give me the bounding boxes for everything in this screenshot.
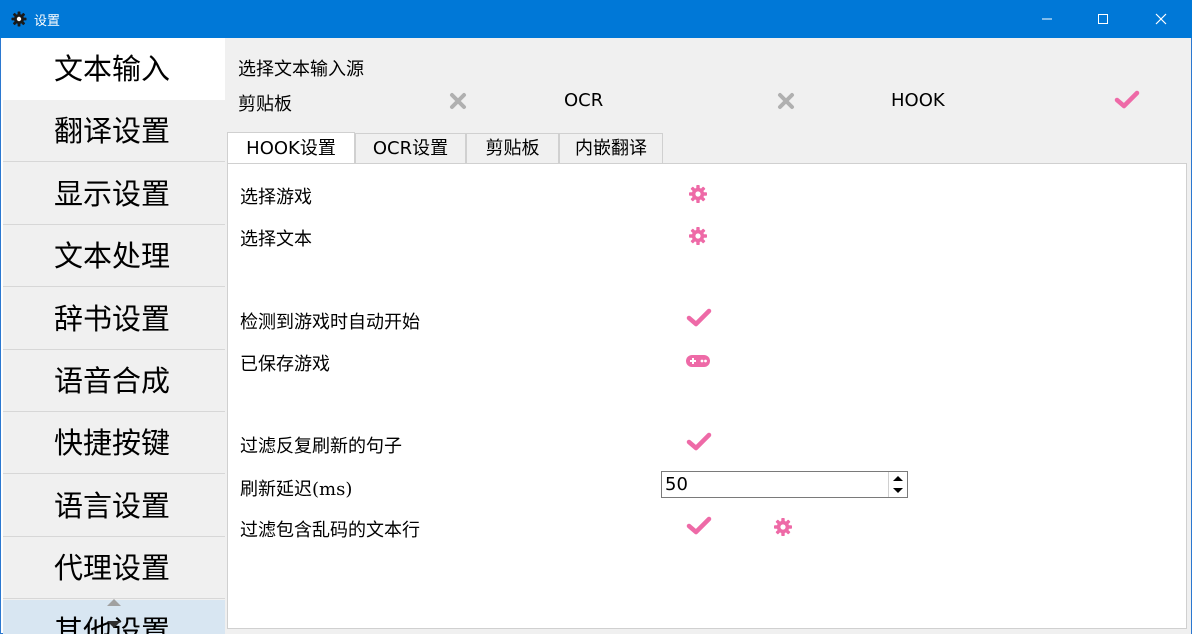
refresh-delay-label: 刷新延迟(ms) — [240, 479, 353, 500]
select-text-gear-icon[interactable] — [688, 226, 708, 246]
sidebar-item-display[interactable]: 显示设置 — [3, 163, 225, 225]
saved-games-label: 已保存游戏 — [240, 354, 330, 375]
ocr-off-x-icon[interactable] — [777, 92, 795, 110]
auto-start-check-icon[interactable] — [686, 308, 712, 328]
tab-embedded-translation[interactable]: 内嵌翻译 — [559, 133, 663, 163]
minimize-button[interactable] — [1024, 0, 1070, 38]
select-game-gear-icon[interactable] — [688, 184, 708, 204]
tab-clipboard[interactable]: 剪贴板 — [466, 133, 559, 163]
maximize-button[interactable] — [1080, 0, 1126, 38]
source-title: 选择文本输入源 — [238, 59, 364, 80]
title-bar: 设置 — [0, 0, 1192, 38]
refresh-delay-spinbox[interactable] — [661, 471, 908, 498]
spin-up-icon[interactable] — [893, 476, 903, 481]
filter-repeat-label: 过滤反复刷新的句子 — [240, 436, 402, 457]
tab-ocr-settings[interactable]: OCR设置 — [355, 133, 466, 163]
gear-icon — [11, 11, 27, 27]
filter-garbled-label: 过滤包含乱码的文本行 — [240, 520, 420, 541]
filter-garbled-check-icon[interactable] — [686, 516, 712, 536]
sidebar-item-dictionary[interactable]: 辞书设置 — [3, 288, 225, 350]
sidebar-item-text-input[interactable]: 文本输入 — [3, 38, 225, 100]
sidebar: 文本输入 翻译设置 显示设置 文本处理 辞书设置 语音合成 快捷按键 语言设置 … — [3, 38, 225, 634]
spin-down-icon[interactable] — [893, 488, 903, 493]
filter-repeat-check-icon[interactable] — [686, 432, 712, 452]
close-button[interactable] — [1138, 0, 1184, 38]
sidebar-item-hotkeys[interactable]: 快捷按键 — [3, 412, 225, 474]
filter-garbled-gear-icon[interactable] — [773, 517, 793, 537]
select-game-label: 选择游戏 — [240, 187, 312, 208]
minimize-icon — [1042, 18, 1052, 20]
sidebar-item-tts[interactable]: 语音合成 — [3, 350, 225, 412]
hook-settings-panel: 选择游戏 选择文本 检测到游戏时自动开始 已保存游戏 过滤反复刷新的句子 刷新延… — [227, 163, 1187, 629]
gamepad-icon[interactable] — [685, 352, 711, 370]
scroll-up-arrow-icon[interactable] — [107, 599, 121, 606]
select-text-label: 选择文本 — [240, 229, 312, 250]
window-title: 设置 — [34, 14, 61, 29]
clipboard-off-x-icon[interactable] — [449, 92, 467, 110]
source-clipboard-label: 剪贴板 — [238, 94, 292, 115]
sidebar-item-language[interactable]: 语言设置 — [3, 475, 225, 537]
sidebar-item-text-processing[interactable]: 文本处理 — [3, 225, 225, 287]
source-ocr-label: OCR — [564, 90, 604, 111]
refresh-delay-input[interactable] — [662, 472, 884, 497]
maximize-icon — [1098, 14, 1108, 24]
tab-hook-settings[interactable]: HOOK设置 — [227, 132, 355, 163]
auto-start-label: 检测到游戏时自动开始 — [240, 312, 420, 333]
main-content: 选择文本输入源 剪贴板 OCR HOOK HOOK设置 OCR设置 剪贴板 内嵌… — [225, 38, 1191, 634]
settings-window: 文本输入 翻译设置 显示设置 文本处理 辞书设置 语音合成 快捷按键 语言设置 … — [0, 38, 1192, 634]
source-hook-label: HOOK — [891, 90, 945, 111]
spinbox-arrows[interactable] — [888, 472, 907, 497]
hook-on-check-icon[interactable] — [1114, 90, 1140, 110]
close-icon — [1155, 13, 1167, 25]
sidebar-item-proxy[interactable]: 代理设置 — [3, 537, 225, 599]
scroll-down-arrow-icon[interactable] — [107, 621, 121, 628]
sidebar-item-translation[interactable]: 翻译设置 — [3, 100, 225, 162]
